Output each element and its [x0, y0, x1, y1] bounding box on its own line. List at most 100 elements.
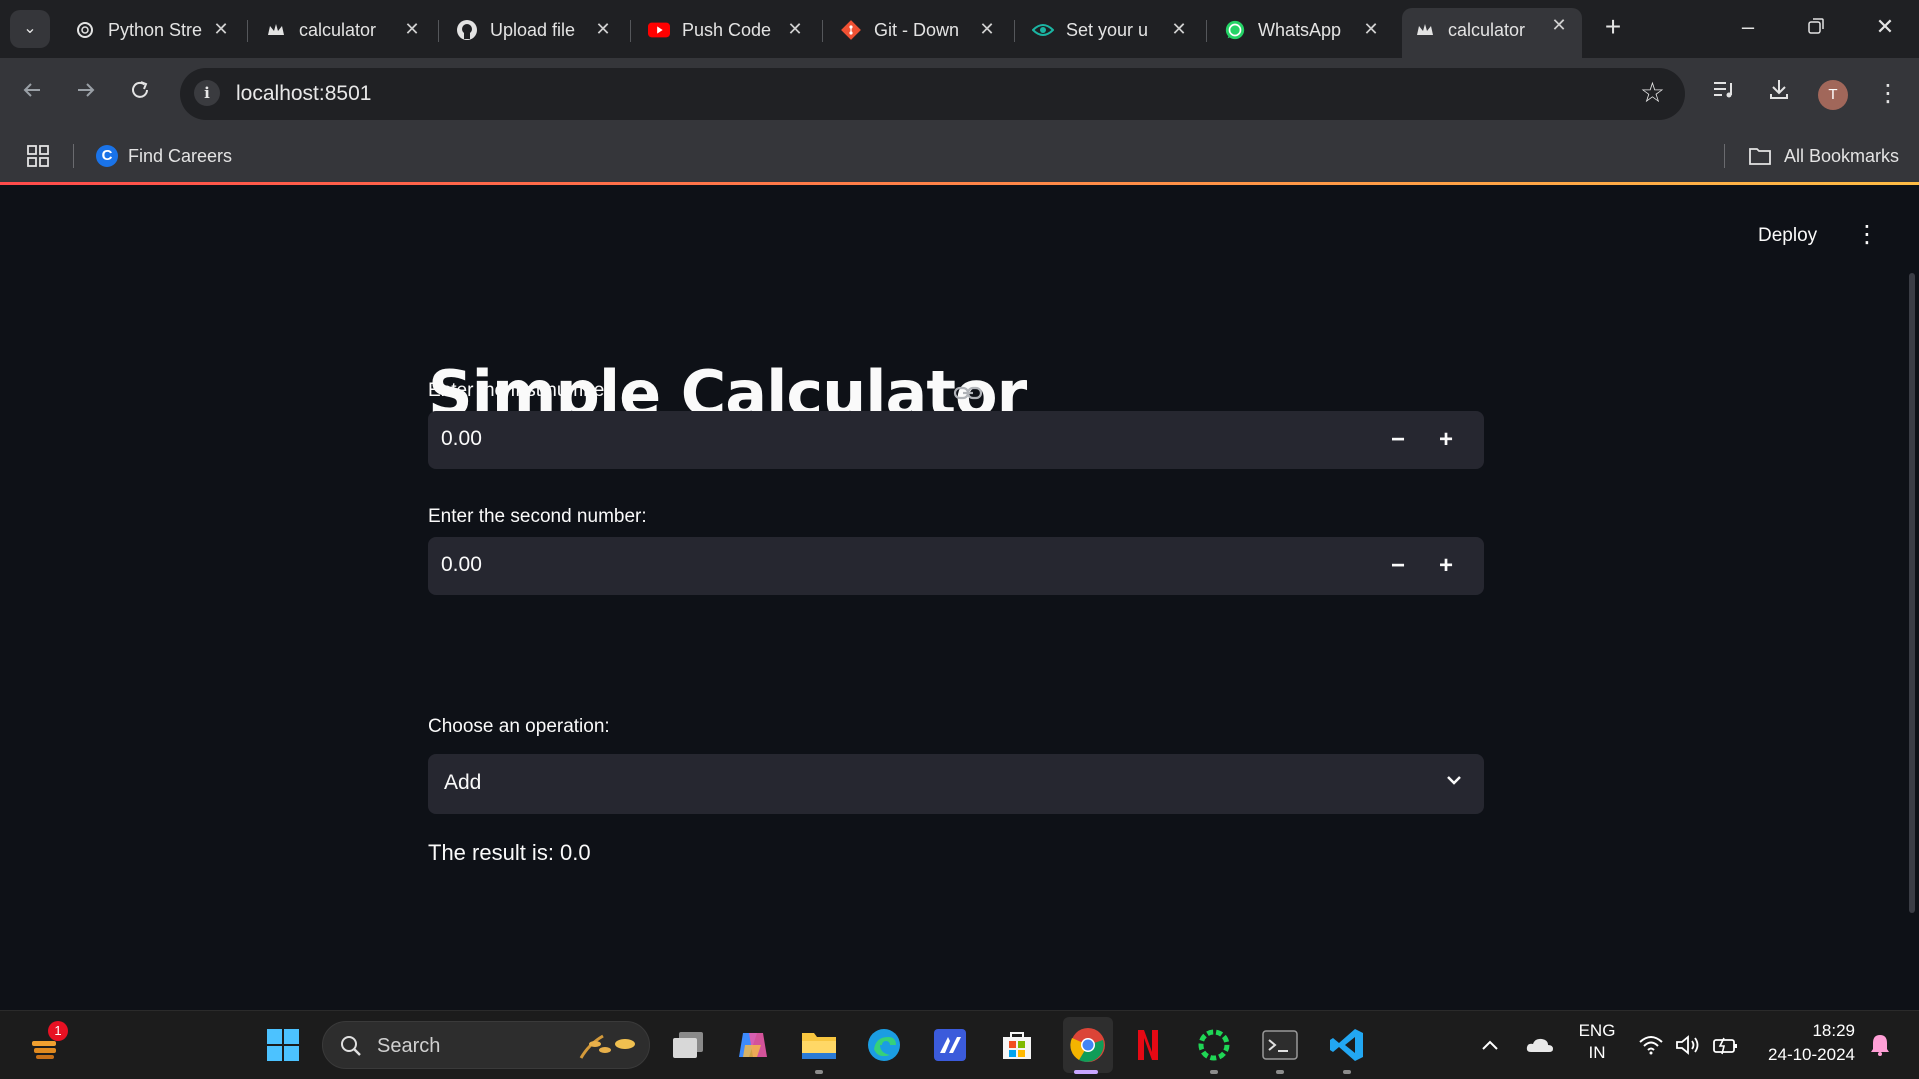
- first-number-field[interactable]: [441, 427, 1341, 451]
- streamlit-crown-icon: [1414, 19, 1436, 41]
- edge-button[interactable]: [864, 1025, 904, 1065]
- browser-tab[interactable]: Set your u ✕: [1020, 10, 1202, 50]
- second-number-decrement-button[interactable]: −: [1382, 550, 1414, 582]
- browser-tab[interactable]: WhatsApp ✕: [1212, 10, 1394, 50]
- edge-icon: [868, 1029, 900, 1061]
- first-number-decrement-button[interactable]: −: [1382, 424, 1414, 456]
- browser-tab[interactable]: Git - Down ✕: [828, 10, 1010, 50]
- scrollbar[interactable]: [1909, 273, 1915, 913]
- microsoft-store-button[interactable]: [997, 1025, 1037, 1065]
- close-icon[interactable]: ✕: [210, 18, 232, 40]
- store-icon: [1003, 1032, 1031, 1059]
- browser-tab[interactable]: calculator ✕: [253, 10, 435, 50]
- close-icon[interactable]: ✕: [1168, 18, 1190, 40]
- first-number-increment-button[interactable]: +: [1430, 424, 1462, 456]
- notifications-button[interactable]: [1860, 1025, 1900, 1065]
- onedrive-button[interactable]: [1520, 1025, 1560, 1065]
- arrow-right-icon: [78, 83, 95, 97]
- copilot-button[interactable]: [733, 1025, 773, 1065]
- region-code: IN: [1588, 1043, 1606, 1062]
- first-number-label: Enter the first number:: [428, 380, 616, 401]
- file-explorer-button[interactable]: [799, 1025, 839, 1065]
- second-number-increment-button[interactable]: +: [1430, 550, 1462, 582]
- apps-button[interactable]: [26, 144, 50, 168]
- url-text: localhost:8501: [236, 82, 372, 105]
- tab-separator: [822, 20, 823, 42]
- taskbar-search[interactable]: Search: [322, 1021, 650, 1069]
- browser-menu-button[interactable]: ⋮: [1870, 76, 1906, 112]
- close-icon[interactable]: ✕: [1360, 18, 1382, 40]
- operation-select[interactable]: Add: [428, 754, 1484, 814]
- site-info-icon[interactable]: i: [194, 80, 220, 106]
- app-ring-button[interactable]: [1194, 1025, 1234, 1065]
- kebab-menu-icon: ⋮: [1876, 80, 1900, 107]
- windows-logo-icon: [267, 1029, 299, 1061]
- second-number-input[interactable]: − +: [428, 537, 1484, 595]
- clock[interactable]: 18:29 24-10-2024: [1755, 1021, 1855, 1065]
- profile-avatar[interactable]: T: [1818, 80, 1848, 110]
- apps-grid-icon: [27, 145, 49, 167]
- back-button[interactable]: [14, 76, 50, 112]
- language-indicator[interactable]: ENG IN: [1575, 1021, 1619, 1063]
- all-bookmarks-button[interactable]: All Bookmarks: [1748, 143, 1899, 169]
- vscode-button[interactable]: [1327, 1025, 1367, 1065]
- download-icon: [1770, 80, 1788, 99]
- browser-tab[interactable]: Python Stre ✕: [62, 10, 244, 50]
- chevron-up-icon: [1482, 1040, 1498, 1050]
- clock-date: 24-10-2024: [1768, 1045, 1855, 1064]
- tab-title: Set your u: [1066, 19, 1149, 40]
- close-window-button[interactable]: ✕: [1870, 12, 1900, 42]
- terminal-button[interactable]: [1260, 1025, 1300, 1065]
- new-tab-button[interactable]: +: [1598, 12, 1628, 42]
- reload-button[interactable]: [122, 76, 158, 112]
- close-icon[interactable]: ✕: [784, 18, 806, 40]
- folder-icon: [1749, 148, 1771, 165]
- start-button[interactable]: [263, 1025, 303, 1065]
- close-icon[interactable]: ✕: [592, 18, 614, 40]
- close-icon[interactable]: ✕: [976, 18, 998, 40]
- second-number-field[interactable]: [441, 553, 1341, 577]
- show-hidden-icons-button[interactable]: [1470, 1025, 1510, 1065]
- browser-tab[interactable]: Upload file ✕: [444, 10, 626, 50]
- browser-tab-strip: ⌄ Python Stre ✕ calculator ✕ Upload file…: [0, 0, 1919, 58]
- widgets-button[interactable]: 1: [26, 1021, 68, 1065]
- downloads-button[interactable]: [1761, 76, 1797, 112]
- tab-separator: [630, 20, 631, 42]
- minus-icon: −: [1390, 552, 1405, 579]
- tab-title: Upload file: [490, 19, 576, 40]
- forward-button[interactable]: [68, 76, 104, 112]
- active-indicator: [1074, 1070, 1098, 1074]
- browser-tab-active[interactable]: calculator ✕: [1402, 8, 1582, 58]
- browser-tab[interactable]: Push Code ✕: [636, 10, 818, 50]
- netflix-button[interactable]: [1128, 1025, 1168, 1065]
- bookmark-find-careers[interactable]: C Find Careers: [96, 143, 232, 169]
- restore-button[interactable]: [1801, 12, 1831, 42]
- battery-icon: [1713, 1037, 1737, 1055]
- anchor-link-icon[interactable]: [953, 383, 983, 403]
- app-button[interactable]: [930, 1025, 970, 1065]
- main-menu-button[interactable]: ⋮: [1855, 220, 1879, 249]
- bookmark-star-icon[interactable]: ☆: [1640, 76, 1665, 109]
- quick-settings-button[interactable]: [1638, 1025, 1738, 1065]
- deploy-button[interactable]: Deploy: [1758, 225, 1817, 247]
- bookmarks-bar: C Find Careers All Bookmarks: [0, 130, 1919, 182]
- close-icon[interactable]: ✕: [401, 18, 423, 40]
- task-view-icon: [673, 1032, 703, 1058]
- app-page: Deploy ⋮ Simple Calculator Enter the fir…: [0, 185, 1919, 1010]
- first-number-input[interactable]: − +: [428, 411, 1484, 469]
- bookmark-label: Find Careers: [128, 145, 233, 166]
- tab-separator: [1014, 20, 1015, 42]
- chrome-button[interactable]: [1063, 1017, 1113, 1073]
- tab-title: WhatsApp: [1258, 19, 1342, 40]
- close-icon[interactable]: ✕: [1548, 14, 1570, 36]
- windows-taskbar: 1 Search ENG IN 18:29 24-10-2024: [0, 1010, 1919, 1079]
- openai-icon: [74, 19, 96, 41]
- minimize-button[interactable]: –: [1733, 12, 1763, 42]
- operation-label: Choose an operation:: [428, 716, 610, 737]
- media-control-button[interactable]: [1706, 76, 1742, 112]
- tab-separator: [1206, 20, 1207, 42]
- language-code: ENG: [1578, 1021, 1616, 1040]
- tab-search-button[interactable]: ⌄: [10, 10, 50, 48]
- task-view-button[interactable]: [668, 1025, 708, 1065]
- address-bar[interactable]: i localhost:8501 ☆: [180, 68, 1685, 120]
